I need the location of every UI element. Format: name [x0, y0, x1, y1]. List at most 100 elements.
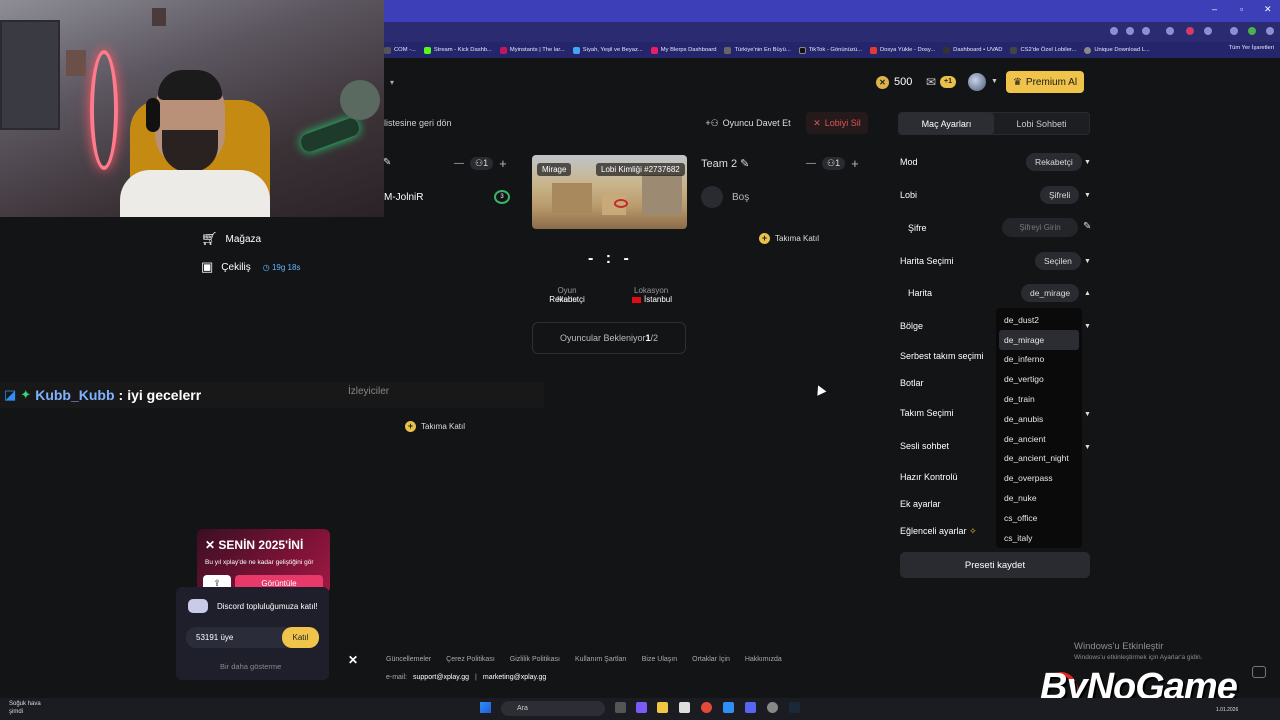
fun-settings-label[interactable]: Eğlenceli ayarlar ✧	[900, 526, 977, 537]
map-option[interactable]: de_ancient_night	[999, 449, 1079, 469]
join-team2-button[interactable]: + Takıma Katıl	[759, 233, 819, 244]
bookmark-item[interactable]: Dosya Yükle - Dosy...	[869, 46, 935, 54]
map-option[interactable]: cs_office	[999, 508, 1079, 528]
footer-link[interactable]: Kullanım Şartları	[575, 656, 627, 663]
edit-pencil-icon[interactable]: ✎	[1083, 221, 1091, 232]
extra-settings-label[interactable]: Ek ayarlar	[900, 499, 941, 509]
password-input[interactable]: Şifreyi Girin	[1002, 218, 1078, 237]
close-window-icon[interactable]: ✕	[1264, 4, 1272, 15]
extension-icon[interactable]	[1166, 27, 1174, 35]
copilot-icon[interactable]	[636, 702, 647, 713]
task-view-icon[interactable]	[615, 702, 626, 713]
steam-icon[interactable]	[789, 702, 800, 713]
bookmark-item[interactable]: TikTok - Gönünüzü...	[798, 46, 862, 54]
windows-start-icon[interactable]	[480, 702, 491, 713]
footer-link[interactable]: Hakkımızda	[745, 656, 782, 663]
back-to-list-link[interactable]: listesine geri dön	[384, 118, 452, 128]
extension-icon[interactable]	[1110, 27, 1118, 35]
bookmark-item[interactable]: Stream - Kick Dashb...	[423, 46, 492, 54]
edit-pencil-icon[interactable]: ✎	[383, 157, 391, 168]
store-icon[interactable]	[679, 702, 690, 713]
chevron-down-icon[interactable]: ▼	[1084, 444, 1091, 451]
map-option[interactable]: de_train	[999, 389, 1079, 409]
mail-icon[interactable]: ✉	[926, 75, 936, 89]
minimize-icon[interactable]: –	[1212, 4, 1217, 14]
file-explorer-icon[interactable]	[657, 702, 668, 713]
chevron-down-icon[interactable]: ▼	[991, 78, 998, 85]
avatar[interactable]	[968, 73, 986, 91]
discord-icon[interactable]	[745, 702, 756, 713]
map-option[interactable]: cs_italy	[999, 528, 1079, 548]
map-option[interactable]: de_inferno	[999, 350, 1079, 370]
app-icon[interactable]	[723, 702, 734, 713]
chevron-down-icon[interactable]: ▼	[1084, 258, 1091, 265]
chevron-down-icon[interactable]: ▼	[1084, 411, 1091, 418]
all-bookmarks-link[interactable]: Tüm Yer İşaretleri	[1229, 45, 1274, 51]
map-option[interactable]: de_nuke	[999, 488, 1079, 508]
bookmark-item[interactable]: CS2'de Özel Lobiler...	[1010, 46, 1076, 54]
star-icon[interactable]	[1142, 27, 1150, 35]
tab-lobby-chat[interactable]: Lobi Sohbeti	[994, 113, 1089, 134]
bookmark-item[interactable]: Myinstants | The lar...	[499, 46, 565, 54]
map-option-selected[interactable]: de_mirage	[999, 329, 1079, 350]
map-option[interactable]: de_anubis	[999, 409, 1079, 429]
chevron-down-icon[interactable]: ▼	[1084, 159, 1091, 166]
footer-link[interactable]: Güncellemeler	[386, 656, 431, 663]
save-preset-button[interactable]: Preseti kaydet	[900, 552, 1090, 578]
map-option[interactable]: de_dust2	[999, 310, 1079, 330]
map-select[interactable]: de_mirage	[1021, 284, 1080, 302]
xplay-logo-icon[interactable]: ✕	[348, 653, 358, 667]
support-email-link[interactable]: support@xplay.gg	[413, 674, 469, 681]
maximize-icon[interactable]: ▫	[1240, 4, 1243, 14]
lobby-privacy-select[interactable]: Şifreli	[1040, 186, 1080, 204]
player-name[interactable]: M-JolniR	[384, 192, 423, 203]
team2-name[interactable]: Team 2 ✎	[701, 157, 749, 170]
tab-match-settings[interactable]: Maç Ayarları	[899, 113, 994, 134]
extension-icon[interactable]	[1186, 27, 1194, 35]
invite-player-button[interactable]: +⚇ Oyuncu Davet Et	[700, 112, 796, 134]
chevron-up-icon[interactable]: ▲	[1084, 290, 1091, 297]
discord-join-button[interactable]: Katıl	[282, 627, 319, 648]
footer-link[interactable]: Gizlilik Politikası	[510, 656, 560, 663]
bookmark-item[interactable]: Unique Download L...	[1084, 46, 1150, 54]
minus-icon[interactable]: —	[806, 158, 816, 169]
taskbar-search[interactable]: Ara	[501, 701, 605, 716]
map-option[interactable]: de_ancient	[999, 429, 1079, 449]
chevron-down-icon[interactable]: ▼	[1084, 323, 1091, 330]
sidebar-item-giveaway[interactable]: ▣ Çekiliş ◷ 19g 18s	[201, 259, 300, 275]
map-option[interactable]: de_overpass	[999, 468, 1079, 488]
map-option[interactable]: de_vertigo	[999, 369, 1079, 389]
extensions-puzzle-icon[interactable]	[1204, 27, 1212, 35]
plus-icon[interactable]: +	[851, 156, 859, 171]
menu-icon[interactable]	[1266, 27, 1274, 35]
dont-show-again-link[interactable]: Bir daha gösterme	[220, 662, 281, 671]
map-selection-select[interactable]: Seçilen	[1035, 252, 1081, 270]
mode-select[interactable]: Rekabetçi	[1026, 153, 1082, 171]
chevron-down-icon[interactable]: ▼	[1084, 192, 1091, 199]
extension-icon[interactable]	[1126, 27, 1134, 35]
bookmark-item[interactable]: COM -...	[384, 46, 416, 54]
profile-icon[interactable]	[1230, 27, 1238, 35]
chrome-icon[interactable]	[701, 702, 712, 713]
premium-button[interactable]: ♛ Premium Al	[1006, 71, 1084, 93]
profile-icon[interactable]	[1248, 27, 1256, 35]
lobby-id-tag[interactable]: Lobi Kimliği #2737682	[596, 163, 685, 176]
bookmark-item[interactable]: Türkiye'nin En Büyü...	[724, 46, 791, 54]
bookmark-item[interactable]: My Blerps Dashboard	[650, 46, 716, 54]
marketing-email-link[interactable]: marketing@xplay.gg	[483, 674, 546, 681]
footer-link[interactable]: Çerez Politikası	[446, 656, 495, 663]
footer-link[interactable]: Ortaklar İçin	[692, 656, 730, 663]
minus-icon[interactable]: —	[454, 158, 464, 169]
chevron-down-icon[interactable]: ▾	[390, 78, 394, 87]
footer-link[interactable]: Bize Ulaşın	[642, 656, 677, 663]
bookmark-item[interactable]: Dashboard • UVAD	[943, 46, 1002, 54]
bookmark-item[interactable]: Siyah, Yeşil ve Beyaz...	[572, 46, 643, 54]
plus-icon[interactable]: +	[499, 156, 507, 171]
voice-chat-label: Sesli sohbet	[900, 441, 950, 451]
obs-icon[interactable]	[767, 702, 778, 713]
sidebar-item-shop[interactable]: 🛒︎ Mağaza	[201, 231, 261, 247]
delete-lobby-button[interactable]: ✕ Lobiyi Sil	[806, 112, 868, 134]
edit-pencil-icon[interactable]: ✎	[740, 158, 749, 170]
join-team1-button[interactable]: + Takıma Katıl	[405, 421, 465, 432]
weather-widget[interactable]: Soğuk hava şimdi	[9, 700, 41, 716]
